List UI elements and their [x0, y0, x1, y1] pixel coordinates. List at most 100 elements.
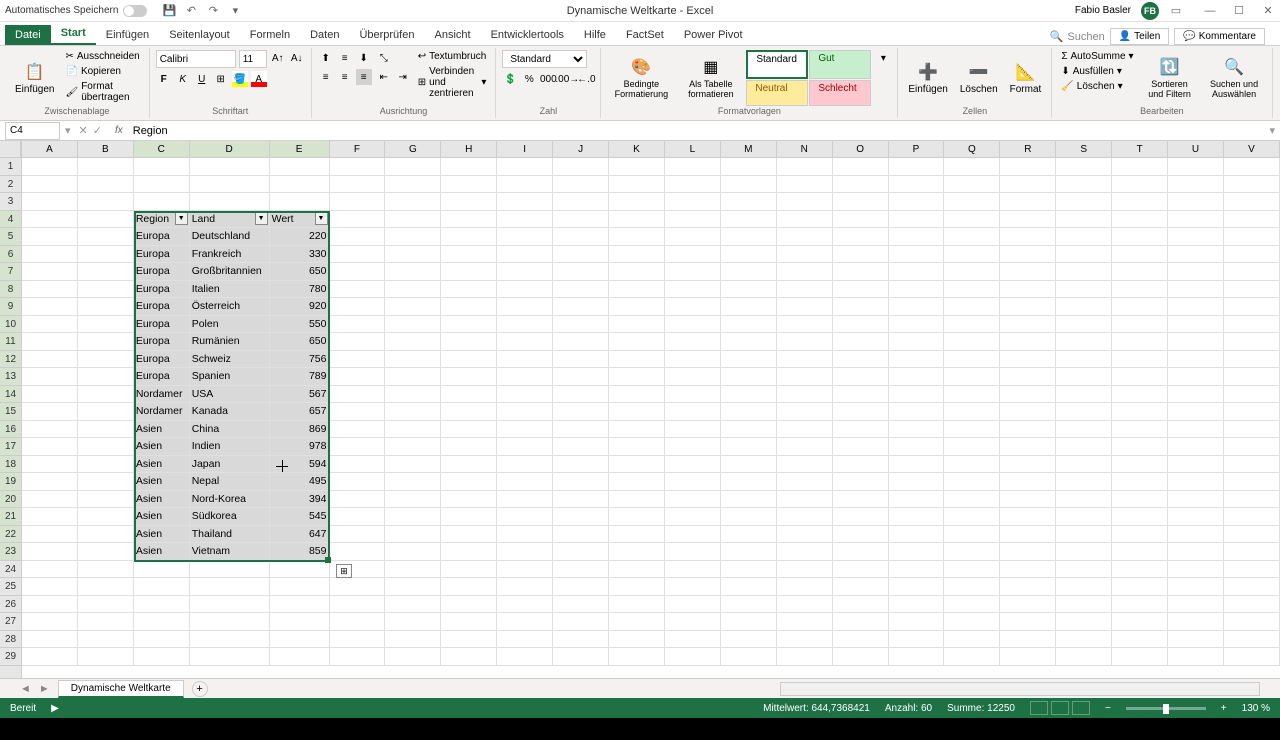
cell-A5[interactable] — [22, 228, 78, 246]
cell-F5[interactable] — [330, 228, 386, 246]
cell-T2[interactable] — [1112, 176, 1168, 194]
cell-F16[interactable] — [330, 421, 386, 439]
cell-R1[interactable] — [1000, 158, 1056, 176]
cell-Q19[interactable] — [944, 473, 1000, 491]
cell-C20[interactable]: Asien — [134, 491, 190, 509]
cell-T5[interactable] — [1112, 228, 1168, 246]
cell-D9[interactable]: Österreich — [190, 298, 270, 316]
cell-J15[interactable] — [553, 403, 609, 421]
cell-D1[interactable] — [190, 158, 270, 176]
cell-M15[interactable] — [721, 403, 777, 421]
cell-Q2[interactable] — [944, 176, 1000, 194]
cell-G29[interactable] — [385, 648, 441, 666]
col-header-G[interactable]: G — [385, 141, 441, 158]
border-button[interactable]: ⊞ — [213, 71, 229, 87]
cell-K4[interactable] — [609, 211, 665, 229]
cell-C1[interactable] — [134, 158, 190, 176]
cell-D4[interactable]: Land▼ — [190, 211, 270, 229]
cell-C18[interactable]: Asien — [134, 456, 190, 474]
comments-button[interactable]: 💬 Kommentare — [1174, 28, 1265, 45]
cell-L24[interactable] — [665, 561, 721, 579]
cell-R25[interactable] — [1000, 578, 1056, 596]
cell-O24[interactable] — [833, 561, 889, 579]
cell-O22[interactable] — [833, 526, 889, 544]
cell-J19[interactable] — [553, 473, 609, 491]
col-header-J[interactable]: J — [553, 141, 609, 158]
cell-I1[interactable] — [497, 158, 553, 176]
cell-D10[interactable]: Polen — [190, 316, 270, 334]
align-center-icon[interactable]: ≡ — [337, 69, 353, 85]
cell-Q8[interactable] — [944, 281, 1000, 299]
cell-V29[interactable] — [1224, 648, 1280, 666]
row-header-23[interactable]: 23 — [0, 543, 21, 561]
row-header-3[interactable]: 3 — [0, 193, 21, 211]
cell-K24[interactable] — [609, 561, 665, 579]
cell-K29[interactable] — [609, 648, 665, 666]
format-painter-button[interactable]: 🖌 Format übertragen — [62, 80, 142, 104]
cell-D6[interactable]: Frankreich — [190, 246, 270, 264]
cell-Q16[interactable] — [944, 421, 1000, 439]
cell-L19[interactable] — [665, 473, 721, 491]
cell-J25[interactable] — [553, 578, 609, 596]
cell-S4[interactable] — [1056, 211, 1112, 229]
cell-B4[interactable] — [78, 211, 134, 229]
underline-button[interactable]: U — [194, 71, 210, 87]
cell-I15[interactable] — [497, 403, 553, 421]
cell-K1[interactable] — [609, 158, 665, 176]
cell-S27[interactable] — [1056, 613, 1112, 631]
cell-O3[interactable] — [833, 193, 889, 211]
cell-I12[interactable] — [497, 351, 553, 369]
cell-Q23[interactable] — [944, 543, 1000, 561]
cell-A25[interactable] — [22, 578, 78, 596]
cell-J14[interactable] — [553, 386, 609, 404]
redo-icon[interactable]: ↷ — [206, 4, 220, 18]
cell-S7[interactable] — [1056, 263, 1112, 281]
cell-M8[interactable] — [721, 281, 777, 299]
cell-B19[interactable] — [78, 473, 134, 491]
cell-V4[interactable] — [1224, 211, 1280, 229]
paste-button[interactable]: 📋 Einfügen — [11, 50, 58, 106]
cell-T27[interactable] — [1112, 613, 1168, 631]
cell-N15[interactable] — [777, 403, 833, 421]
autosave-toggle[interactable] — [123, 5, 147, 17]
cell-T16[interactable] — [1112, 421, 1168, 439]
row-header-25[interactable]: 25 — [0, 578, 21, 596]
cell-T3[interactable] — [1112, 193, 1168, 211]
cell-N21[interactable] — [777, 508, 833, 526]
cell-N25[interactable] — [777, 578, 833, 596]
tab-daten[interactable]: Daten — [300, 25, 349, 45]
macro-record-icon[interactable]: ▶ — [51, 703, 59, 714]
cell-G2[interactable] — [385, 176, 441, 194]
cell-E20[interactable]: 394 — [270, 491, 330, 509]
cell-T12[interactable] — [1112, 351, 1168, 369]
cell-E21[interactable]: 545 — [270, 508, 330, 526]
cell-J6[interactable] — [553, 246, 609, 264]
cell-P14[interactable] — [889, 386, 945, 404]
row-header-21[interactable]: 21 — [0, 508, 21, 526]
cell-H4[interactable] — [441, 211, 497, 229]
zoom-level[interactable]: 130 % — [1242, 703, 1270, 714]
cell-A15[interactable] — [22, 403, 78, 421]
cell-S28[interactable] — [1056, 631, 1112, 649]
cell-O2[interactable] — [833, 176, 889, 194]
tab-ueberpruefen[interactable]: Überprüfen — [349, 25, 424, 45]
cell-K15[interactable] — [609, 403, 665, 421]
cell-S29[interactable] — [1056, 648, 1112, 666]
cell-C8[interactable]: Europa — [134, 281, 190, 299]
cell-E24[interactable] — [270, 561, 330, 579]
cell-H11[interactable] — [441, 333, 497, 351]
cell-F28[interactable] — [330, 631, 386, 649]
cell-S6[interactable] — [1056, 246, 1112, 264]
add-sheet-button[interactable]: + — [192, 681, 208, 697]
cell-I11[interactable] — [497, 333, 553, 351]
cell-N28[interactable] — [777, 631, 833, 649]
cell-T28[interactable] — [1112, 631, 1168, 649]
cell-S22[interactable] — [1056, 526, 1112, 544]
cell-E13[interactable]: 789 — [270, 368, 330, 386]
fill-color-button[interactable]: 🪣 — [232, 71, 248, 87]
cell-D23[interactable]: Vietnam — [190, 543, 270, 561]
cell-V5[interactable] — [1224, 228, 1280, 246]
cell-I2[interactable] — [497, 176, 553, 194]
cell-N13[interactable] — [777, 368, 833, 386]
cell-J28[interactable] — [553, 631, 609, 649]
